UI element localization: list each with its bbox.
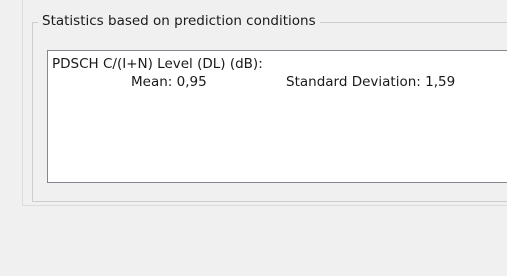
statistics-text-box[interactable]: PDSCH C/(I+N) Level (DL) (dB): Mean: 0,9…: [47, 50, 507, 183]
standard-deviation-value: Standard Deviation: 1,59: [286, 74, 456, 90]
mean-value: Mean: 0,95: [131, 74, 207, 90]
metric-label: PDSCH C/(I+N) Level (DL) (dB):: [52, 56, 263, 72]
statistics-groupbox-title: Statistics based on prediction condition…: [38, 12, 320, 30]
dialog-area: Statistics based on prediction condition…: [0, 0, 507, 276]
